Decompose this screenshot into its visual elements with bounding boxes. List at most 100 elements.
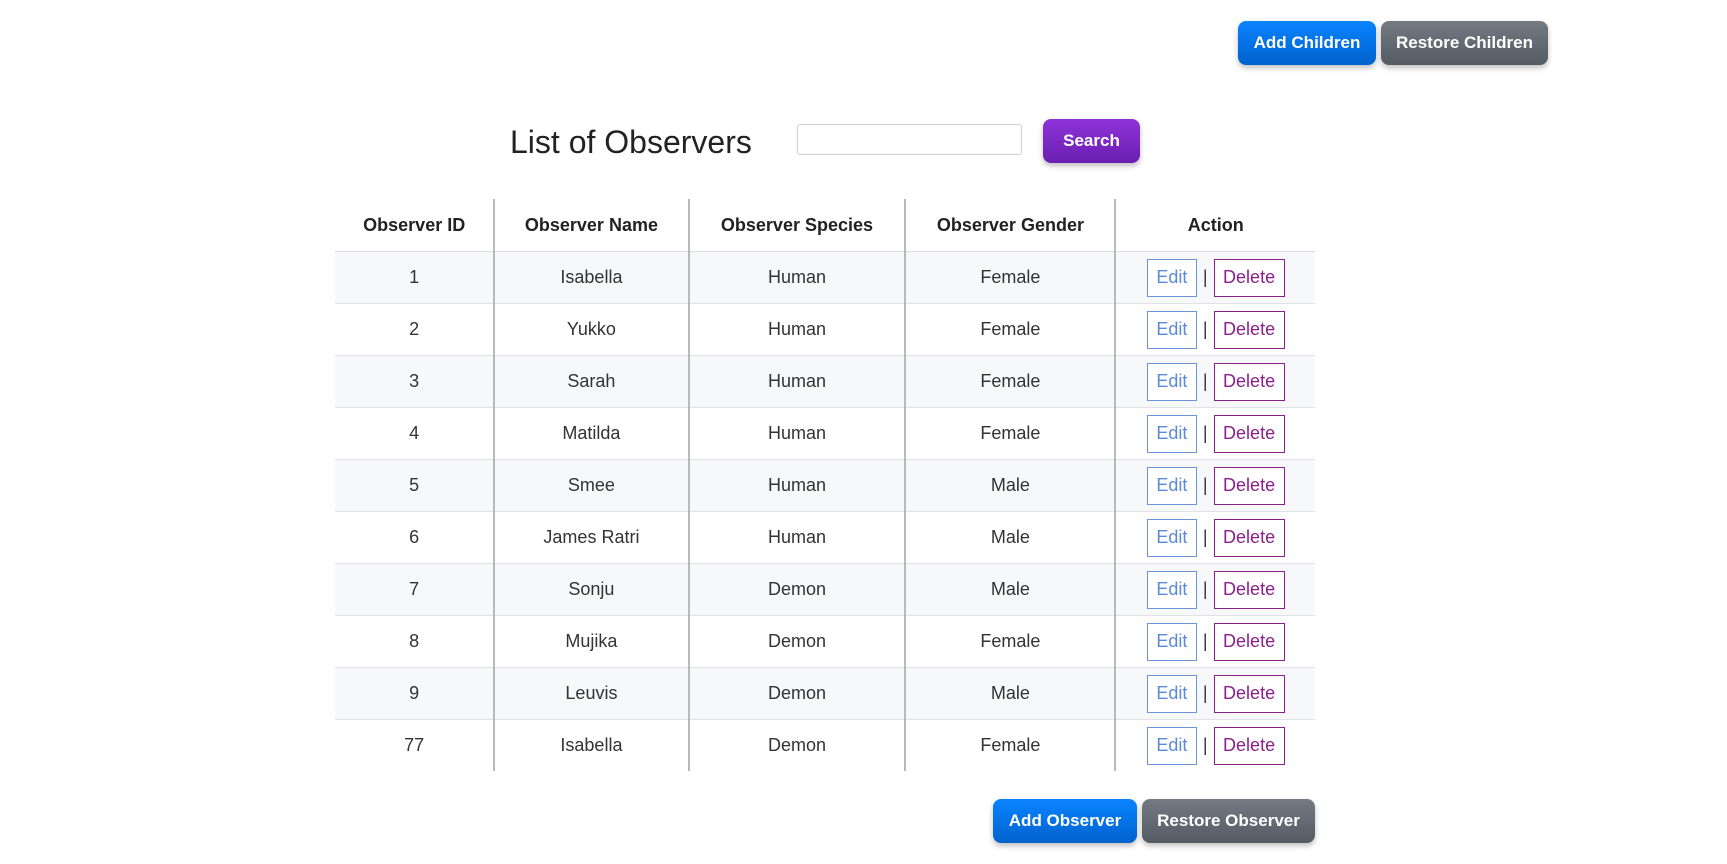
observer-name-cell: Isabella: [493, 719, 689, 771]
search-input[interactable]: [797, 124, 1022, 155]
action-separator: |: [1202, 267, 1208, 287]
action-separator: |: [1202, 475, 1208, 495]
observer-name-cell: Leuvis: [493, 667, 689, 720]
action-group: Edit | Delete: [1146, 310, 1285, 349]
column-header-action: Action: [1114, 199, 1315, 252]
delete-button[interactable]: Delete: [1213, 362, 1285, 401]
action-cell: Edit | Delete: [1114, 667, 1315, 720]
column-header-observer-id: Observer ID: [335, 199, 495, 252]
action-cell: Edit | Delete: [1114, 563, 1315, 616]
observer-species-cell: Demon: [687, 563, 906, 616]
observer-name-cell: Isabella: [493, 251, 689, 304]
delete-button[interactable]: Delete: [1213, 518, 1285, 557]
observer-species-cell: Human: [687, 511, 906, 564]
action-cell: Edit | Delete: [1114, 615, 1315, 668]
table-row: 6 James Ratri Human Male Edit | Delete: [335, 511, 1315, 564]
observers-page: Add Children Restore Children List of Ob…: [0, 0, 1727, 864]
edit-button[interactable]: Edit: [1146, 466, 1197, 505]
action-separator: |: [1202, 683, 1208, 703]
observer-id-cell: 2: [335, 303, 495, 356]
action-group: Edit | Delete: [1146, 622, 1285, 661]
observer-id-cell: 4: [335, 407, 495, 460]
observer-name-cell: James Ratri: [493, 511, 689, 564]
observer-species-cell: Human: [687, 303, 906, 356]
observer-name-cell: Sonju: [493, 563, 689, 616]
delete-button[interactable]: Delete: [1213, 310, 1285, 349]
delete-button[interactable]: Delete: [1213, 622, 1285, 661]
action-group: Edit | Delete: [1146, 726, 1285, 765]
observer-id-cell: 8: [335, 615, 495, 668]
observer-id-cell: 3: [335, 355, 495, 408]
action-group: Edit | Delete: [1146, 466, 1285, 505]
edit-button[interactable]: Edit: [1146, 518, 1197, 557]
observer-species-cell: Human: [687, 251, 906, 304]
table-body: 1 Isabella Human Female Edit | Delete 2 Yukko Hum…: [335, 251, 1315, 771]
table-row: 3 Sarah Human Female Edit | Delete: [335, 355, 1315, 408]
observer-species-cell: Demon: [687, 667, 906, 720]
edit-button[interactable]: Edit: [1146, 570, 1197, 609]
observer-species-cell: Human: [687, 355, 906, 408]
table-row: 7 Sonju Demon Male Edit | Delete: [335, 563, 1315, 616]
observer-gender-cell: Male: [904, 667, 1116, 720]
action-separator: |: [1202, 579, 1208, 599]
add-children-button[interactable]: Add Children: [1238, 21, 1376, 65]
edit-button[interactable]: Edit: [1146, 310, 1197, 349]
observer-gender-cell: Male: [904, 459, 1116, 512]
edit-button[interactable]: Edit: [1146, 258, 1197, 297]
column-header-observer-gender: Observer Gender: [904, 199, 1116, 252]
action-cell: Edit | Delete: [1114, 407, 1315, 460]
action-separator: |: [1202, 527, 1208, 547]
table-row: 8 Mujika Demon Female Edit | Delete: [335, 615, 1315, 668]
edit-button[interactable]: Edit: [1146, 362, 1197, 401]
action-cell: Edit | Delete: [1114, 511, 1315, 564]
observer-id-cell: 7: [335, 563, 495, 616]
observer-id-cell: 6: [335, 511, 495, 564]
observer-gender-cell: Female: [904, 719, 1116, 771]
observer-id-cell: 9: [335, 667, 495, 720]
edit-button[interactable]: Edit: [1146, 414, 1197, 453]
observer-id-cell: 1: [335, 251, 495, 304]
add-observer-button[interactable]: Add Observer: [993, 799, 1137, 843]
edit-button[interactable]: Edit: [1146, 622, 1197, 661]
observer-species-cell: Human: [687, 459, 906, 512]
header-row: Observer ID Observer Name Observer Speci…: [335, 199, 1315, 252]
observers-table: Observer ID Observer Name Observer Speci…: [335, 199, 1315, 771]
observer-gender-cell: Female: [904, 407, 1116, 460]
observer-id-cell: 77: [335, 719, 495, 771]
table-row: 5 Smee Human Male Edit | Delete: [335, 459, 1315, 512]
observer-name-cell: Mujika: [493, 615, 689, 668]
delete-button[interactable]: Delete: [1213, 258, 1285, 297]
page-title: List of Observers: [510, 124, 752, 160]
observer-name-cell: Smee: [493, 459, 689, 512]
action-cell: Edit | Delete: [1114, 303, 1315, 356]
action-group: Edit | Delete: [1146, 674, 1285, 713]
action-cell: Edit | Delete: [1114, 719, 1315, 771]
table-row: 1 Isabella Human Female Edit | Delete: [335, 251, 1315, 304]
delete-button[interactable]: Delete: [1213, 674, 1285, 713]
table-header: Observer ID Observer Name Observer Speci…: [335, 199, 1315, 252]
column-header-observer-species: Observer Species: [687, 199, 906, 252]
observer-gender-cell: Male: [904, 511, 1116, 564]
action-separator: |: [1202, 423, 1208, 443]
observer-gender-cell: Male: [904, 563, 1116, 616]
delete-button[interactable]: Delete: [1213, 414, 1285, 453]
column-header-observer-name: Observer Name: [493, 199, 689, 252]
delete-button[interactable]: Delete: [1213, 466, 1285, 505]
action-group: Edit | Delete: [1146, 518, 1285, 557]
restore-children-button[interactable]: Restore Children: [1381, 21, 1548, 65]
observer-species-cell: Demon: [687, 615, 906, 668]
delete-button[interactable]: Delete: [1213, 726, 1285, 765]
search-button[interactable]: Search: [1043, 119, 1140, 163]
action-separator: |: [1202, 735, 1208, 755]
action-cell: Edit | Delete: [1114, 251, 1315, 304]
restore-observer-button[interactable]: Restore Observer: [1142, 799, 1315, 843]
edit-button[interactable]: Edit: [1146, 726, 1197, 765]
observer-name-cell: Yukko: [493, 303, 689, 356]
edit-button[interactable]: Edit: [1146, 674, 1197, 713]
delete-button[interactable]: Delete: [1213, 570, 1285, 609]
observer-species-cell: Demon: [687, 719, 906, 771]
observer-gender-cell: Female: [904, 615, 1116, 668]
observer-name-cell: Matilda: [493, 407, 689, 460]
table-row: 2 Yukko Human Female Edit | Delete: [335, 303, 1315, 356]
action-separator: |: [1202, 371, 1208, 391]
